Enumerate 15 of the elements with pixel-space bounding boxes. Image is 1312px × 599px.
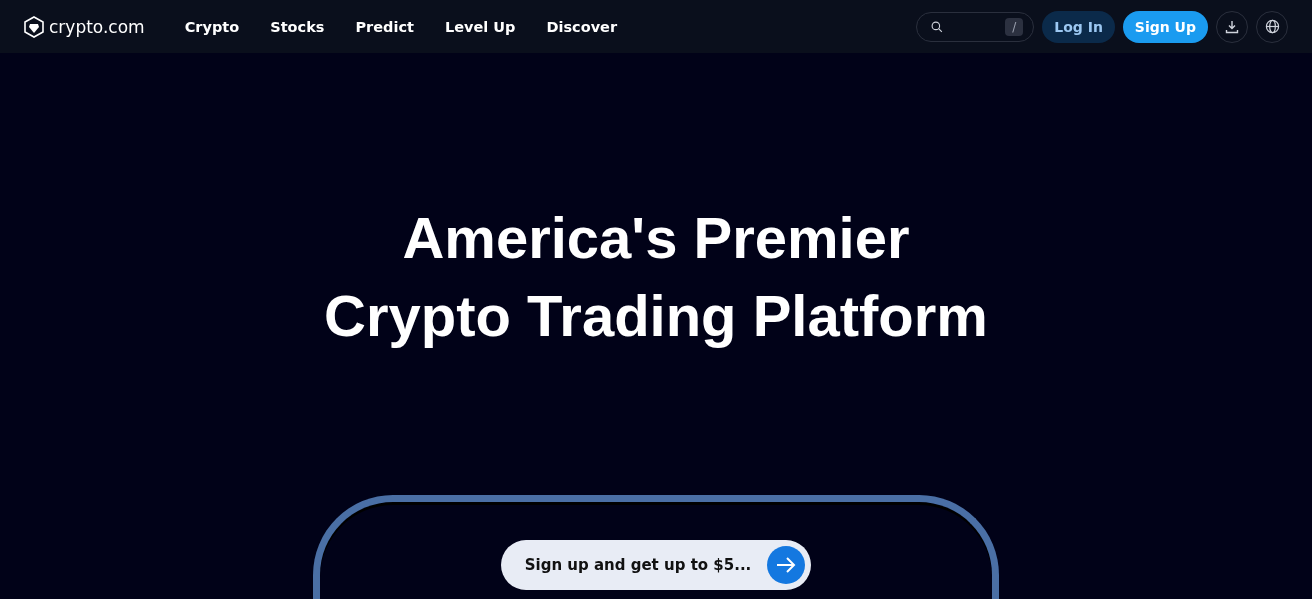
hero-heading-line: Crypto Trading Platform [324, 282, 988, 350]
login-button[interactable]: Log In [1042, 10, 1115, 43]
nav-link[interactable]: Level Up [444, 18, 516, 35]
nav-link[interactable]: Discover [546, 18, 618, 35]
hero-heading-line: America's Premier [402, 204, 910, 272]
globe-icon [1264, 19, 1280, 34]
signup-cta-button[interactable]: Sign up and get up to $5... [500, 540, 812, 590]
download-icon [1225, 19, 1239, 34]
arrow-right-icon [767, 546, 806, 584]
hexagon-logo-icon [24, 15, 44, 38]
shortcut-key-hint: / [1005, 17, 1024, 36]
logo-link[interactable]: crypto.com [24, 15, 145, 38]
nav-link[interactable]: Crypto [184, 18, 240, 35]
nav-link[interactable]: Stocks [270, 18, 325, 35]
nav-link[interactable]: Predict [355, 18, 414, 35]
